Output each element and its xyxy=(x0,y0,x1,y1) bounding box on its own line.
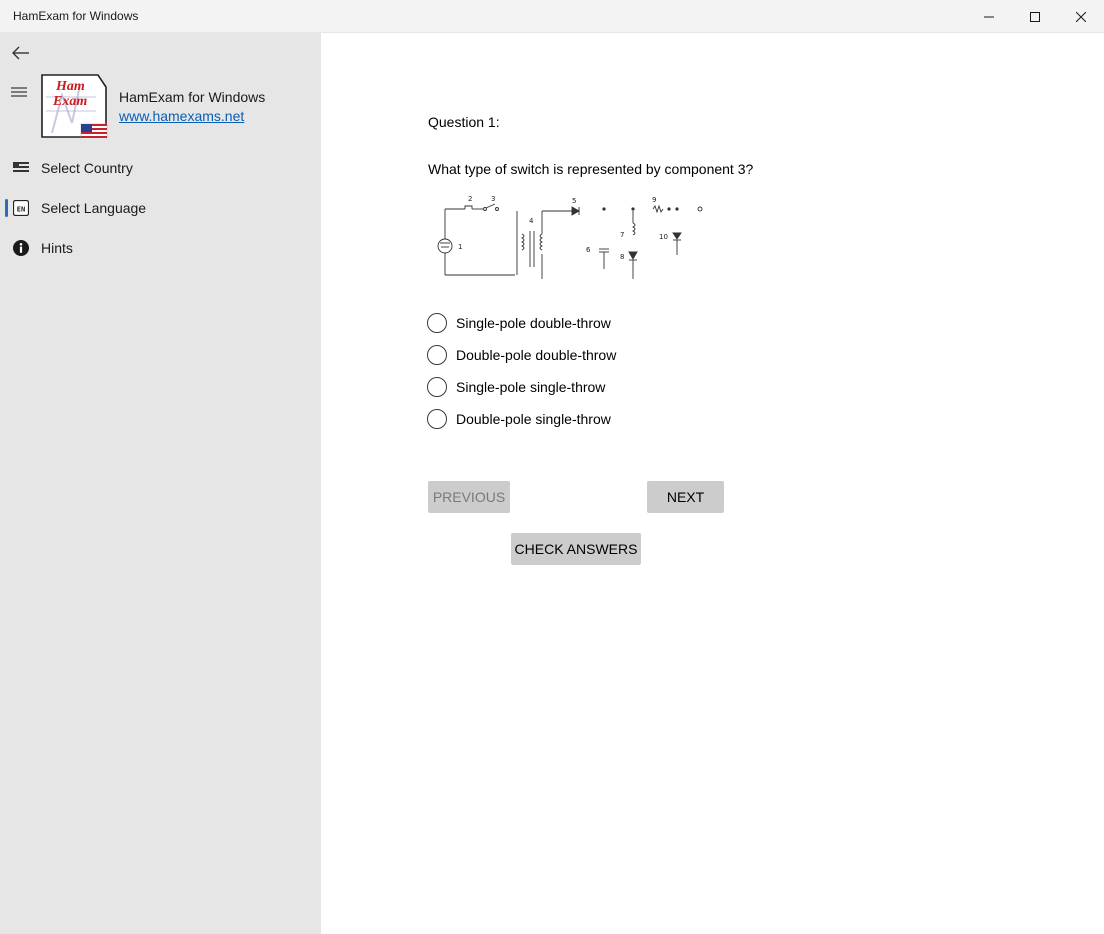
maximize-icon xyxy=(1030,11,1040,22)
back-arrow-icon xyxy=(12,46,29,60)
svg-text:6: 6 xyxy=(586,246,591,254)
svg-text:4: 4 xyxy=(529,217,534,225)
svg-text:Ham: Ham xyxy=(55,79,85,94)
svg-text:10: 10 xyxy=(659,233,668,241)
svg-text:7: 7 xyxy=(620,231,624,239)
info-icon xyxy=(12,239,30,257)
question-number: Question 1: xyxy=(428,114,500,130)
flag-icon xyxy=(12,159,30,177)
previous-button[interactable]: PREVIOUS xyxy=(428,481,510,513)
title-bar: HamExam for Windows xyxy=(0,0,1104,33)
answer-option-label: Single-pole double-throw xyxy=(456,315,611,331)
radio-button[interactable] xyxy=(427,345,447,365)
answer-option-label: Double-pole single-throw xyxy=(456,411,611,427)
question-text: What type of switch is represented by co… xyxy=(428,161,754,177)
navigation-pane: Ham Exam HamExam for Windows www.hamexam… xyxy=(0,33,321,934)
nav-item-hints[interactable]: Hints xyxy=(0,230,321,266)
nav-label-hints: Hints xyxy=(41,240,73,256)
app-logo: Ham Exam xyxy=(40,73,108,140)
answer-option-1[interactable]: Single-pole double-throw xyxy=(427,311,611,335)
nav-label-select-country: Select Country xyxy=(41,160,133,176)
svg-text:8: 8 xyxy=(620,253,624,261)
maximize-button[interactable] xyxy=(1012,0,1058,33)
next-button[interactable]: NEXT xyxy=(647,481,724,513)
question-panel: Question 1: What type of switch is repre… xyxy=(321,33,1104,934)
minimize-button[interactable] xyxy=(966,0,1012,33)
schematic-diagram: 1 2 3 4 5 6 7 8 9 10 xyxy=(437,195,703,279)
radio-button[interactable] xyxy=(427,313,447,333)
nav-item-select-language[interactable]: EN Select Language xyxy=(0,190,321,226)
radio-button[interactable] xyxy=(427,409,447,429)
selection-indicator xyxy=(5,199,8,217)
language-en-icon: EN xyxy=(12,199,30,217)
svg-text:2: 2 xyxy=(468,195,472,203)
minimize-icon xyxy=(984,16,994,17)
radio-button[interactable] xyxy=(427,377,447,397)
close-button[interactable] xyxy=(1058,0,1104,33)
nav-item-select-country[interactable]: Select Country xyxy=(0,150,321,186)
svg-text:1: 1 xyxy=(458,243,462,251)
back-button[interactable] xyxy=(8,41,34,65)
check-answers-button[interactable]: CHECK ANSWERS xyxy=(511,533,641,565)
answer-option-2[interactable]: Double-pole double-throw xyxy=(427,343,616,367)
svg-text:9: 9 xyxy=(652,196,656,204)
nav-label-select-language: Select Language xyxy=(41,200,147,216)
answer-option-4[interactable]: Double-pole single-throw xyxy=(427,407,611,431)
svg-text:EN: EN xyxy=(17,206,25,214)
window-title: HamExam for Windows xyxy=(13,9,139,23)
svg-text:3: 3 xyxy=(491,195,495,203)
us-flag-icon xyxy=(80,123,108,140)
close-icon xyxy=(1076,11,1086,22)
menu-toggle-button[interactable] xyxy=(10,85,32,103)
hamburger-icon xyxy=(11,87,27,97)
svg-text:5: 5 xyxy=(572,197,576,205)
app-name-label: HamExam for Windows xyxy=(119,89,266,105)
answer-option-label: Single-pole single-throw xyxy=(456,379,606,395)
svg-text:Exam: Exam xyxy=(52,94,87,109)
answer-option-label: Double-pole double-throw xyxy=(456,347,617,363)
website-link[interactable]: www.hamexams.net xyxy=(119,108,244,124)
answer-option-3[interactable]: Single-pole single-throw xyxy=(427,375,605,399)
